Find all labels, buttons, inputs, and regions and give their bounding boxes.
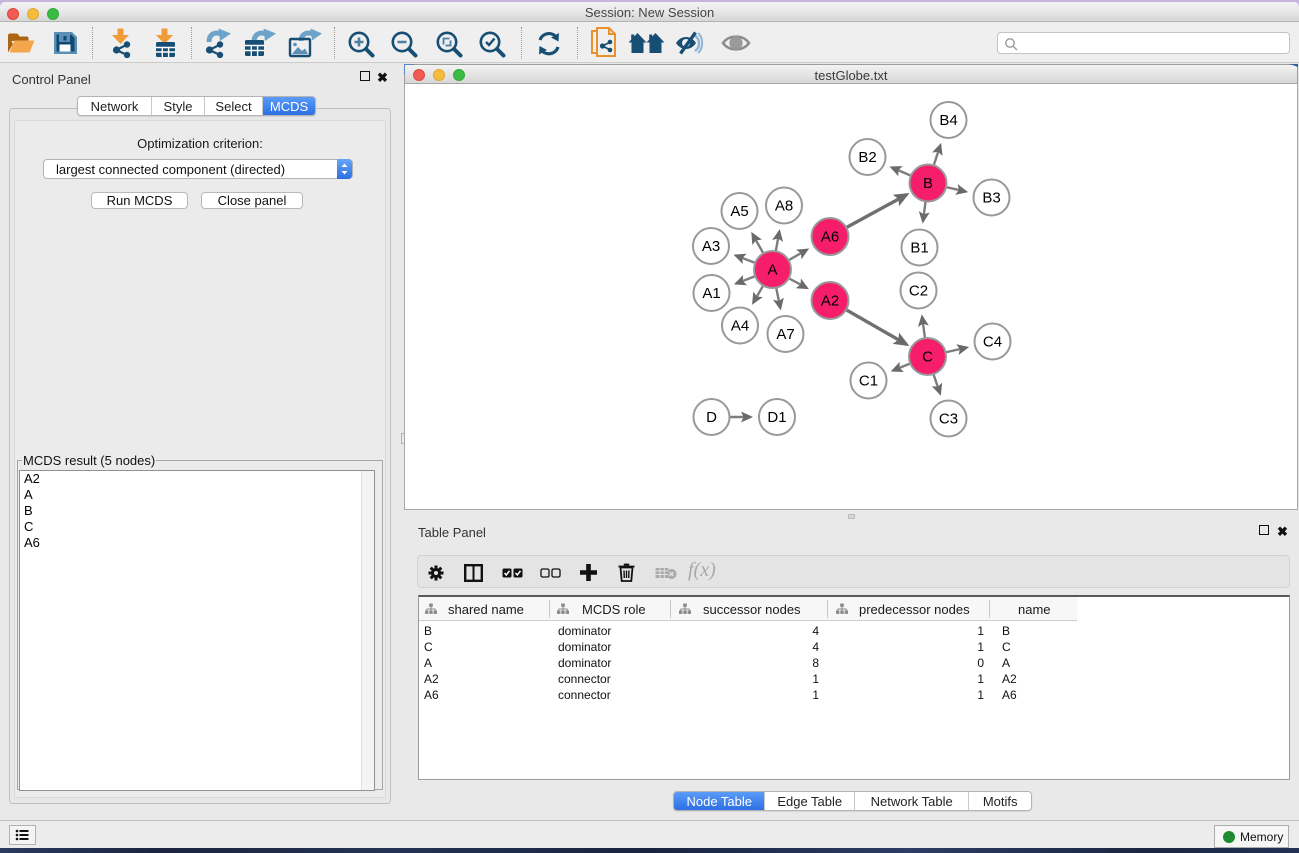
- svg-text:A2: A2: [821, 293, 839, 310]
- svg-text:A8: A8: [775, 198, 793, 215]
- svg-text:B1: B1: [910, 240, 928, 257]
- svg-text:A5: A5: [730, 203, 748, 220]
- svg-text:C2: C2: [909, 283, 928, 300]
- svg-text:B4: B4: [939, 112, 957, 129]
- svg-text:C4: C4: [983, 334, 1002, 351]
- svg-text:A4: A4: [731, 318, 749, 335]
- svg-text:B3: B3: [982, 190, 1000, 207]
- svg-text:B2: B2: [858, 149, 876, 166]
- svg-text:D: D: [706, 409, 717, 426]
- svg-text:A1: A1: [702, 285, 720, 302]
- svg-text:D1: D1: [767, 409, 786, 426]
- svg-text:C: C: [922, 349, 933, 366]
- svg-text:A6: A6: [821, 229, 839, 246]
- svg-text:A7: A7: [776, 326, 794, 343]
- svg-text:C1: C1: [859, 373, 878, 390]
- svg-text:A3: A3: [702, 238, 720, 255]
- svg-text:B: B: [923, 175, 933, 192]
- svg-text:A: A: [767, 262, 777, 279]
- svg-text:C3: C3: [939, 411, 958, 428]
